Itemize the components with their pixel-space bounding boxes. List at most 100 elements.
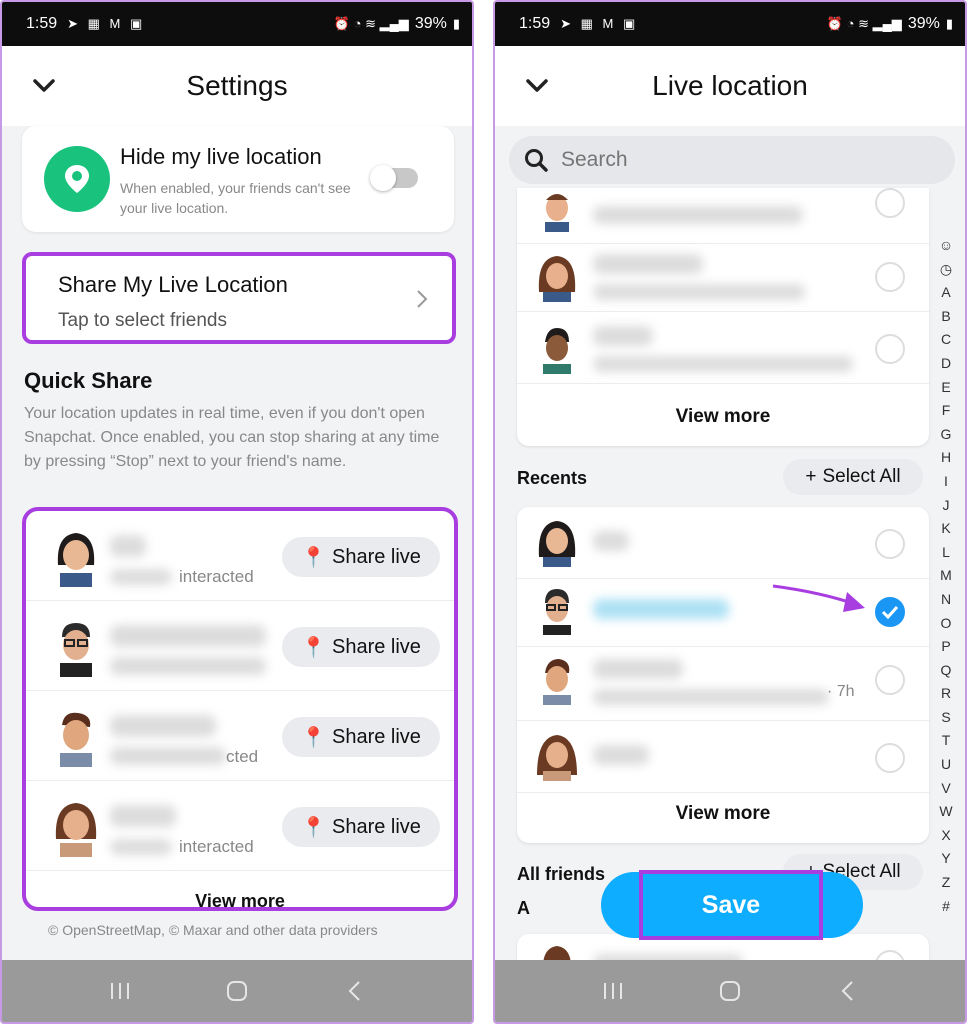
notification-icons: ➤ ▦ M ▣ bbox=[67, 16, 146, 31]
list-item[interactable] bbox=[517, 188, 929, 244]
signal-icons: ⏰ ◔ ≋ ▂▄▆ bbox=[826, 16, 902, 31]
alphabet-letter[interactable]: E bbox=[935, 376, 957, 400]
select-radio[interactable] bbox=[875, 743, 905, 773]
blurred-name bbox=[593, 531, 629, 551]
alphabet-letter[interactable]: Z bbox=[935, 871, 957, 895]
blurred-status bbox=[110, 747, 226, 765]
view-more-button[interactable]: View more bbox=[517, 406, 929, 428]
avatar bbox=[50, 615, 102, 677]
share-live-location-button[interactable]: Share My Live Location Tap to select fri… bbox=[22, 252, 456, 344]
save-button[interactable]: Save bbox=[639, 870, 823, 940]
share-live-label: Share live bbox=[331, 545, 421, 568]
alphabet-letter[interactable]: N bbox=[935, 588, 957, 612]
blurred-name bbox=[593, 745, 649, 765]
chevron-down-icon[interactable] bbox=[523, 72, 551, 100]
alphabet-letter[interactable]: A bbox=[935, 281, 957, 305]
checkmark-icon bbox=[881, 605, 899, 619]
alphabet-letter[interactable]: Y bbox=[935, 847, 957, 871]
interaction-status: cted bbox=[226, 747, 259, 766]
alphabet-letter[interactable]: O bbox=[935, 612, 957, 636]
alphabet-letter[interactable]: U bbox=[935, 753, 957, 777]
system-nav-bar bbox=[495, 960, 965, 1022]
select-radio[interactable] bbox=[875, 334, 905, 364]
alphabet-letter[interactable]: W bbox=[935, 800, 957, 824]
select-radio[interactable] bbox=[875, 262, 905, 292]
list-item[interactable] bbox=[517, 240, 929, 312]
share-live-button[interactable]: 📍 Share live bbox=[282, 807, 440, 847]
alphabet-letter[interactable]: R bbox=[935, 682, 957, 706]
recents-select-all-button[interactable]: + Select All bbox=[783, 459, 923, 495]
map-attribution[interactable]: © OpenStreetMap, © Maxar and other data … bbox=[48, 922, 378, 938]
selected-radio[interactable] bbox=[875, 597, 905, 627]
recents-icon[interactable] bbox=[599, 977, 627, 1005]
share-live-button[interactable]: 📍 Share live bbox=[282, 627, 440, 667]
list-item: interacted 📍 Share live bbox=[26, 511, 454, 601]
alphabet-letter[interactable]: I bbox=[935, 470, 957, 494]
blurred-status bbox=[110, 569, 172, 585]
alphabet-letter[interactable]: H bbox=[935, 446, 957, 470]
list-item: interacted 📍 Share live bbox=[26, 781, 454, 871]
select-radio[interactable] bbox=[875, 188, 905, 218]
share-live-button[interactable]: 📍 Share live bbox=[282, 717, 440, 757]
alphabet-letter[interactable]: T bbox=[935, 729, 957, 753]
back-icon[interactable] bbox=[340, 977, 368, 1005]
blurred-name bbox=[593, 254, 703, 274]
alphabet-letter[interactable]: B bbox=[935, 305, 957, 329]
back-icon[interactable] bbox=[833, 977, 861, 1005]
alphabet-index[interactable]: ☺ ◷ A B C D E F G H I J K L M N O P Q R S T U V W X Y Z # bbox=[935, 234, 957, 918]
avatar bbox=[50, 525, 102, 587]
hide-location-toggle[interactable] bbox=[370, 165, 418, 191]
list-item[interactable]: · 7h bbox=[517, 643, 929, 721]
interaction-status: interacted bbox=[179, 567, 254, 586]
avatar bbox=[543, 659, 571, 705]
alphabet-letter[interactable]: C bbox=[935, 328, 957, 352]
alphabet-letter[interactable]: G bbox=[935, 423, 957, 447]
select-radio[interactable] bbox=[875, 529, 905, 559]
blurred-name bbox=[110, 805, 176, 827]
search-input[interactable] bbox=[561, 148, 861, 172]
alphabet-letter[interactable]: D bbox=[935, 352, 957, 376]
last-seen-time: · 7h bbox=[827, 683, 855, 700]
avatar bbox=[537, 735, 577, 781]
alphabet-letter[interactable]: ◷ bbox=[935, 258, 957, 282]
alphabet-letter[interactable]: ☺ bbox=[935, 234, 957, 258]
status-bar: 1:59 ➤ ▦ M ▣ ⏰ ◔ ≋ ▂▄▆ 39% ▮ bbox=[2, 2, 472, 46]
battery-percent: 39% bbox=[414, 15, 447, 32]
blurred-status bbox=[593, 356, 853, 372]
view-more-button[interactable]: View more bbox=[517, 803, 929, 825]
list-item[interactable] bbox=[517, 507, 929, 579]
alphabet-letter[interactable]: J bbox=[935, 494, 957, 518]
alphabet-letter[interactable]: M bbox=[935, 564, 957, 588]
search-bar[interactable] bbox=[509, 136, 955, 184]
recents-list: · 7h View more bbox=[517, 507, 929, 843]
alphabet-letter[interactable]: F bbox=[935, 399, 957, 423]
status-time: 1:59 bbox=[26, 15, 58, 32]
share-location-title: Share My Live Location bbox=[58, 272, 288, 297]
quick-share-view-more[interactable]: View more bbox=[26, 891, 454, 907]
alphabet-letter[interactable]: P bbox=[935, 635, 957, 659]
recents-icon[interactable] bbox=[106, 977, 134, 1005]
alphabet-letter[interactable]: S bbox=[935, 706, 957, 730]
home-icon[interactable] bbox=[716, 977, 744, 1005]
alphabet-letter[interactable]: X bbox=[935, 824, 957, 848]
list-item[interactable] bbox=[517, 312, 929, 384]
chevron-down-icon[interactable] bbox=[30, 72, 58, 100]
notification-icons: ➤ ▦ M ▣ bbox=[560, 16, 639, 31]
plus-icon: + bbox=[805, 466, 817, 487]
alphabet-letter[interactable]: # bbox=[935, 895, 957, 919]
list-item[interactable] bbox=[517, 721, 929, 793]
home-icon[interactable] bbox=[223, 977, 251, 1005]
status-time: 1:59 bbox=[519, 15, 551, 32]
alphabet-letter[interactable]: L bbox=[935, 541, 957, 565]
quick-share-description: Your location updates in real time, even… bbox=[24, 405, 440, 470]
share-live-button[interactable]: 📍 Share live bbox=[282, 537, 440, 577]
alphabet-letter[interactable]: V bbox=[935, 777, 957, 801]
battery-icon: ▮ bbox=[452, 16, 460, 31]
system-nav-bar bbox=[2, 960, 472, 1022]
alphabet-letter[interactable]: K bbox=[935, 517, 957, 541]
battery-percent: 39% bbox=[907, 15, 940, 32]
select-radio[interactable] bbox=[875, 665, 905, 695]
alphabet-letter[interactable]: Q bbox=[935, 659, 957, 683]
live-location-screen: 1:59 ➤ ▦ M ▣ ⏰ ◔ ≋ ▂▄▆ 39% ▮ Live locati… bbox=[493, 0, 967, 1024]
share-live-label: Share live bbox=[331, 725, 421, 748]
